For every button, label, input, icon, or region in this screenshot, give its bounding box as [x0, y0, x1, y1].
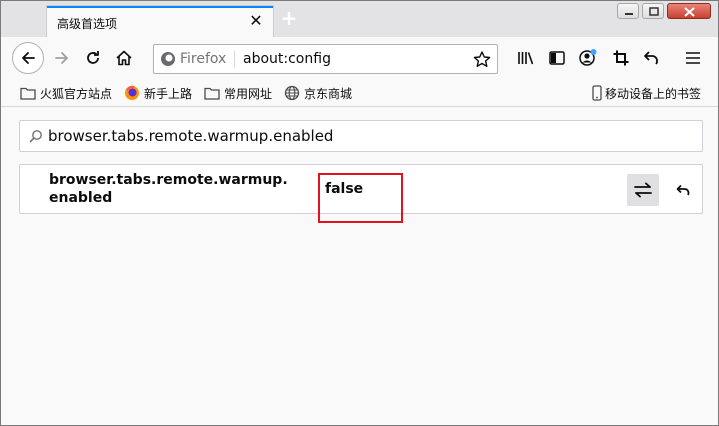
home-icon [116, 50, 132, 66]
mobile-bookmarks[interactable]: 移动设备上的书签 [592, 84, 701, 102]
library-icon [518, 52, 534, 65]
browser-window: 高级首选项 ✕ + Firefox about:config 火狐官方站点 新手… [0, 0, 719, 426]
bookmark-item[interactable]: 京东商城 [284, 84, 352, 102]
arrow-left-icon [22, 52, 35, 64]
mobile-bookmarks-label: 移动设备上的书签 [605, 86, 702, 101]
firefox-logo-icon [161, 52, 175, 66]
maximize-button[interactable] [642, 3, 664, 19]
preference-search-box[interactable] [19, 120, 703, 152]
maximize-icon [649, 7, 659, 16]
new-tab-button[interactable]: + [279, 8, 299, 28]
url-separator [234, 51, 235, 68]
forward-button[interactable] [47, 43, 77, 73]
star-icon [473, 51, 491, 67]
search-icon [29, 130, 42, 143]
preference-row[interactable]: browser.tabs.remote.warmup. enabled fals… [19, 164, 703, 223]
tab-title: 高级首选项 [57, 17, 118, 31]
bookmark-item[interactable]: 新手上路 [124, 84, 192, 102]
reset-button[interactable] [668, 174, 700, 206]
screenshot-button[interactable] [606, 43, 636, 73]
url-text[interactable]: about:config [243, 51, 331, 67]
identity-box[interactable]: Firefox [160, 50, 226, 68]
bookmark-label: 火狐官方站点 [40, 86, 113, 101]
account-icon [579, 49, 597, 66]
bookmark-item[interactable]: 常用网址 [204, 84, 272, 102]
crop-icon [613, 50, 629, 66]
close-tab-icon[interactable]: ✕ [247, 12, 265, 30]
undo-arrow-icon [676, 184, 690, 196]
bookmark-label: 京东商城 [304, 86, 353, 101]
reload-button[interactable] [78, 43, 108, 73]
tab-advanced-preferences[interactable]: 高级首选项 ✕ [47, 6, 273, 37]
home-button[interactable] [109, 43, 139, 73]
bookmark-label: 新手上路 [144, 86, 193, 101]
menu-button[interactable] [678, 43, 708, 73]
folder-icon [204, 87, 220, 100]
preference-value[interactable]: false [325, 181, 363, 197]
close-icon [684, 7, 695, 17]
hamburger-menu-icon [686, 52, 700, 64]
minimize-icon [625, 13, 633, 15]
bookmarks-toolbar: 火狐官方站点 新手上路 常用网址 京东商城 移动设备上的书签 [1, 79, 718, 107]
library-button[interactable] [511, 43, 541, 73]
bookmark-item[interactable]: 火狐官方站点 [20, 84, 112, 102]
tab-strip: 高级首选项 ✕ + [1, 1, 718, 37]
close-window-button[interactable] [667, 3, 711, 19]
bookmark-star-button[interactable] [472, 50, 492, 70]
undo-close-tab-button[interactable] [637, 43, 667, 73]
folder-icon [20, 87, 36, 100]
reload-icon [87, 51, 99, 64]
search-input[interactable] [48, 121, 688, 151]
sync-account-button[interactable] [573, 43, 603, 73]
about-config-page: browser.tabs.remote.warmup. enabled fals… [1, 108, 718, 425]
nav-toolbar: Firefox about:config [1, 37, 718, 79]
identity-label: Firefox [180, 51, 227, 67]
undo-arrow-icon [644, 51, 658, 65]
url-bar[interactable]: Firefox about:config [153, 44, 498, 74]
globe-icon [284, 85, 300, 101]
toggle-arrows-icon [634, 182, 652, 198]
preference-name: browser.tabs.remote.warmup. enabled [49, 172, 288, 206]
sidebar-button[interactable] [542, 43, 572, 73]
sidebar-icon [549, 51, 565, 65]
back-button[interactable] [12, 42, 44, 74]
mobile-phone-icon [592, 85, 602, 101]
arrow-right-icon [55, 52, 68, 64]
bookmark-label: 常用网址 [224, 86, 273, 101]
minimize-button[interactable] [617, 3, 639, 19]
firefox-logo-icon [125, 85, 139, 100]
toggle-button[interactable] [627, 174, 659, 206]
